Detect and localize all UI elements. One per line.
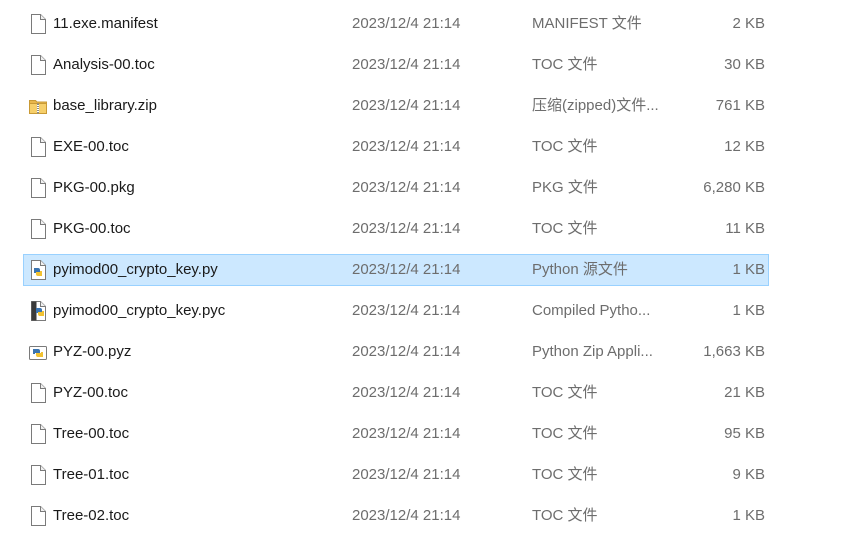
file-date: 2023/12/4 21:14 (352, 138, 461, 155)
file-icon (29, 424, 47, 444)
file-type: TOC 文件 (532, 425, 598, 442)
file-date: 2023/12/4 21:14 (352, 384, 461, 401)
file-type: TOC 文件 (532, 466, 598, 483)
file-date: 2023/12/4 21:14 (352, 97, 461, 114)
file-icon (29, 219, 47, 239)
file-row[interactable]: base_library.zip 2023/12/4 21:14 压缩(zipp… (23, 90, 769, 122)
file-name: pyimod00_crypto_key.py (53, 261, 218, 278)
file-size: 1 KB (732, 261, 765, 278)
file-type: TOC 文件 (532, 507, 598, 524)
file-size: 1,663 KB (703, 343, 765, 360)
file-type: TOC 文件 (532, 138, 598, 155)
file-icon (29, 137, 47, 157)
file-type: TOC 文件 (532, 220, 598, 237)
python-zip-icon (29, 342, 47, 362)
python-source-icon (29, 260, 47, 280)
file-name: Tree-01.toc (53, 466, 130, 483)
zip-folder-icon (29, 96, 47, 116)
file-size: 1 KB (732, 507, 765, 524)
file-size: 21 KB (724, 384, 765, 401)
file-list: 11.exe.manifest 2023/12/4 21:14 MANIFEST… (0, 0, 852, 538)
file-type: Python Zip Appli... (532, 343, 653, 360)
file-name: PKG-00.pkg (53, 179, 135, 196)
file-name: EXE-00.toc (53, 138, 129, 155)
file-name: 11.exe.manifest (53, 15, 158, 32)
file-size: 12 KB (724, 138, 765, 155)
file-name: PYZ-00.pyz (53, 343, 132, 360)
file-row[interactable]: Analysis-00.toc 2023/12/4 21:14 TOC 文件 3… (23, 49, 769, 81)
file-size: 95 KB (724, 425, 765, 442)
file-icon (29, 178, 47, 198)
file-row[interactable]: PYZ-00.pyz 2023/12/4 21:14 Python Zip Ap… (23, 336, 769, 368)
file-type: 压缩(zipped)文件... (532, 97, 659, 114)
file-icon (29, 55, 47, 75)
file-size: 2 KB (732, 15, 765, 32)
file-row[interactable]: pyimod00_crypto_key.py 2023/12/4 21:14 P… (23, 254, 769, 286)
python-compiled-icon (29, 301, 47, 321)
file-date: 2023/12/4 21:14 (352, 507, 461, 524)
file-icon (29, 465, 47, 485)
file-size: 11 KB (725, 220, 765, 237)
file-date: 2023/12/4 21:14 (352, 466, 461, 483)
file-date: 2023/12/4 21:14 (352, 15, 461, 32)
file-date: 2023/12/4 21:14 (352, 179, 461, 196)
file-size: 6,280 KB (703, 179, 765, 196)
file-row[interactable]: PKG-00.pkg 2023/12/4 21:14 PKG 文件 6,280 … (23, 172, 769, 204)
file-date: 2023/12/4 21:14 (352, 425, 461, 442)
file-row[interactable]: pyimod00_crypto_key.pyc 2023/12/4 21:14 … (23, 295, 769, 327)
file-name: Tree-02.toc (53, 507, 130, 524)
file-type: TOC 文件 (532, 384, 598, 401)
file-row[interactable]: EXE-00.toc 2023/12/4 21:14 TOC 文件 12 KB (23, 131, 769, 163)
file-size: 1 KB (732, 302, 765, 319)
file-name: Tree-00.toc (53, 425, 130, 442)
file-row[interactable]: Tree-02.toc 2023/12/4 21:14 TOC 文件 1 KB (23, 500, 769, 532)
file-icon (29, 14, 47, 34)
file-date: 2023/12/4 21:14 (352, 261, 461, 278)
file-row[interactable]: Tree-01.toc 2023/12/4 21:14 TOC 文件 9 KB (23, 459, 769, 491)
file-date: 2023/12/4 21:14 (352, 220, 461, 237)
file-type: Python 源文件 (532, 261, 628, 278)
file-type: MANIFEST 文件 (532, 15, 642, 32)
file-type: Compiled Pytho... (532, 302, 651, 319)
file-row[interactable]: Tree-00.toc 2023/12/4 21:14 TOC 文件 95 KB (23, 418, 769, 450)
file-size: 9 KB (732, 466, 765, 483)
file-date: 2023/12/4 21:14 (352, 302, 461, 319)
file-row[interactable]: PKG-00.toc 2023/12/4 21:14 TOC 文件 11 KB (23, 213, 769, 245)
file-icon (29, 383, 47, 403)
file-type: PKG 文件 (532, 179, 598, 196)
file-name: pyimod00_crypto_key.pyc (53, 302, 226, 319)
file-name: Analysis-00.toc (53, 56, 155, 73)
file-size: 30 KB (724, 56, 765, 73)
file-row[interactable]: 11.exe.manifest 2023/12/4 21:14 MANIFEST… (23, 8, 769, 40)
file-date: 2023/12/4 21:14 (352, 343, 461, 360)
file-row[interactable]: PYZ-00.toc 2023/12/4 21:14 TOC 文件 21 KB (23, 377, 769, 409)
file-name: base_library.zip (53, 97, 157, 114)
file-type: TOC 文件 (532, 56, 598, 73)
file-icon (29, 506, 47, 526)
file-name: PYZ-00.toc (53, 384, 129, 401)
file-name: PKG-00.toc (53, 220, 131, 237)
file-date: 2023/12/4 21:14 (352, 56, 461, 73)
file-size: 761 KB (715, 97, 765, 114)
